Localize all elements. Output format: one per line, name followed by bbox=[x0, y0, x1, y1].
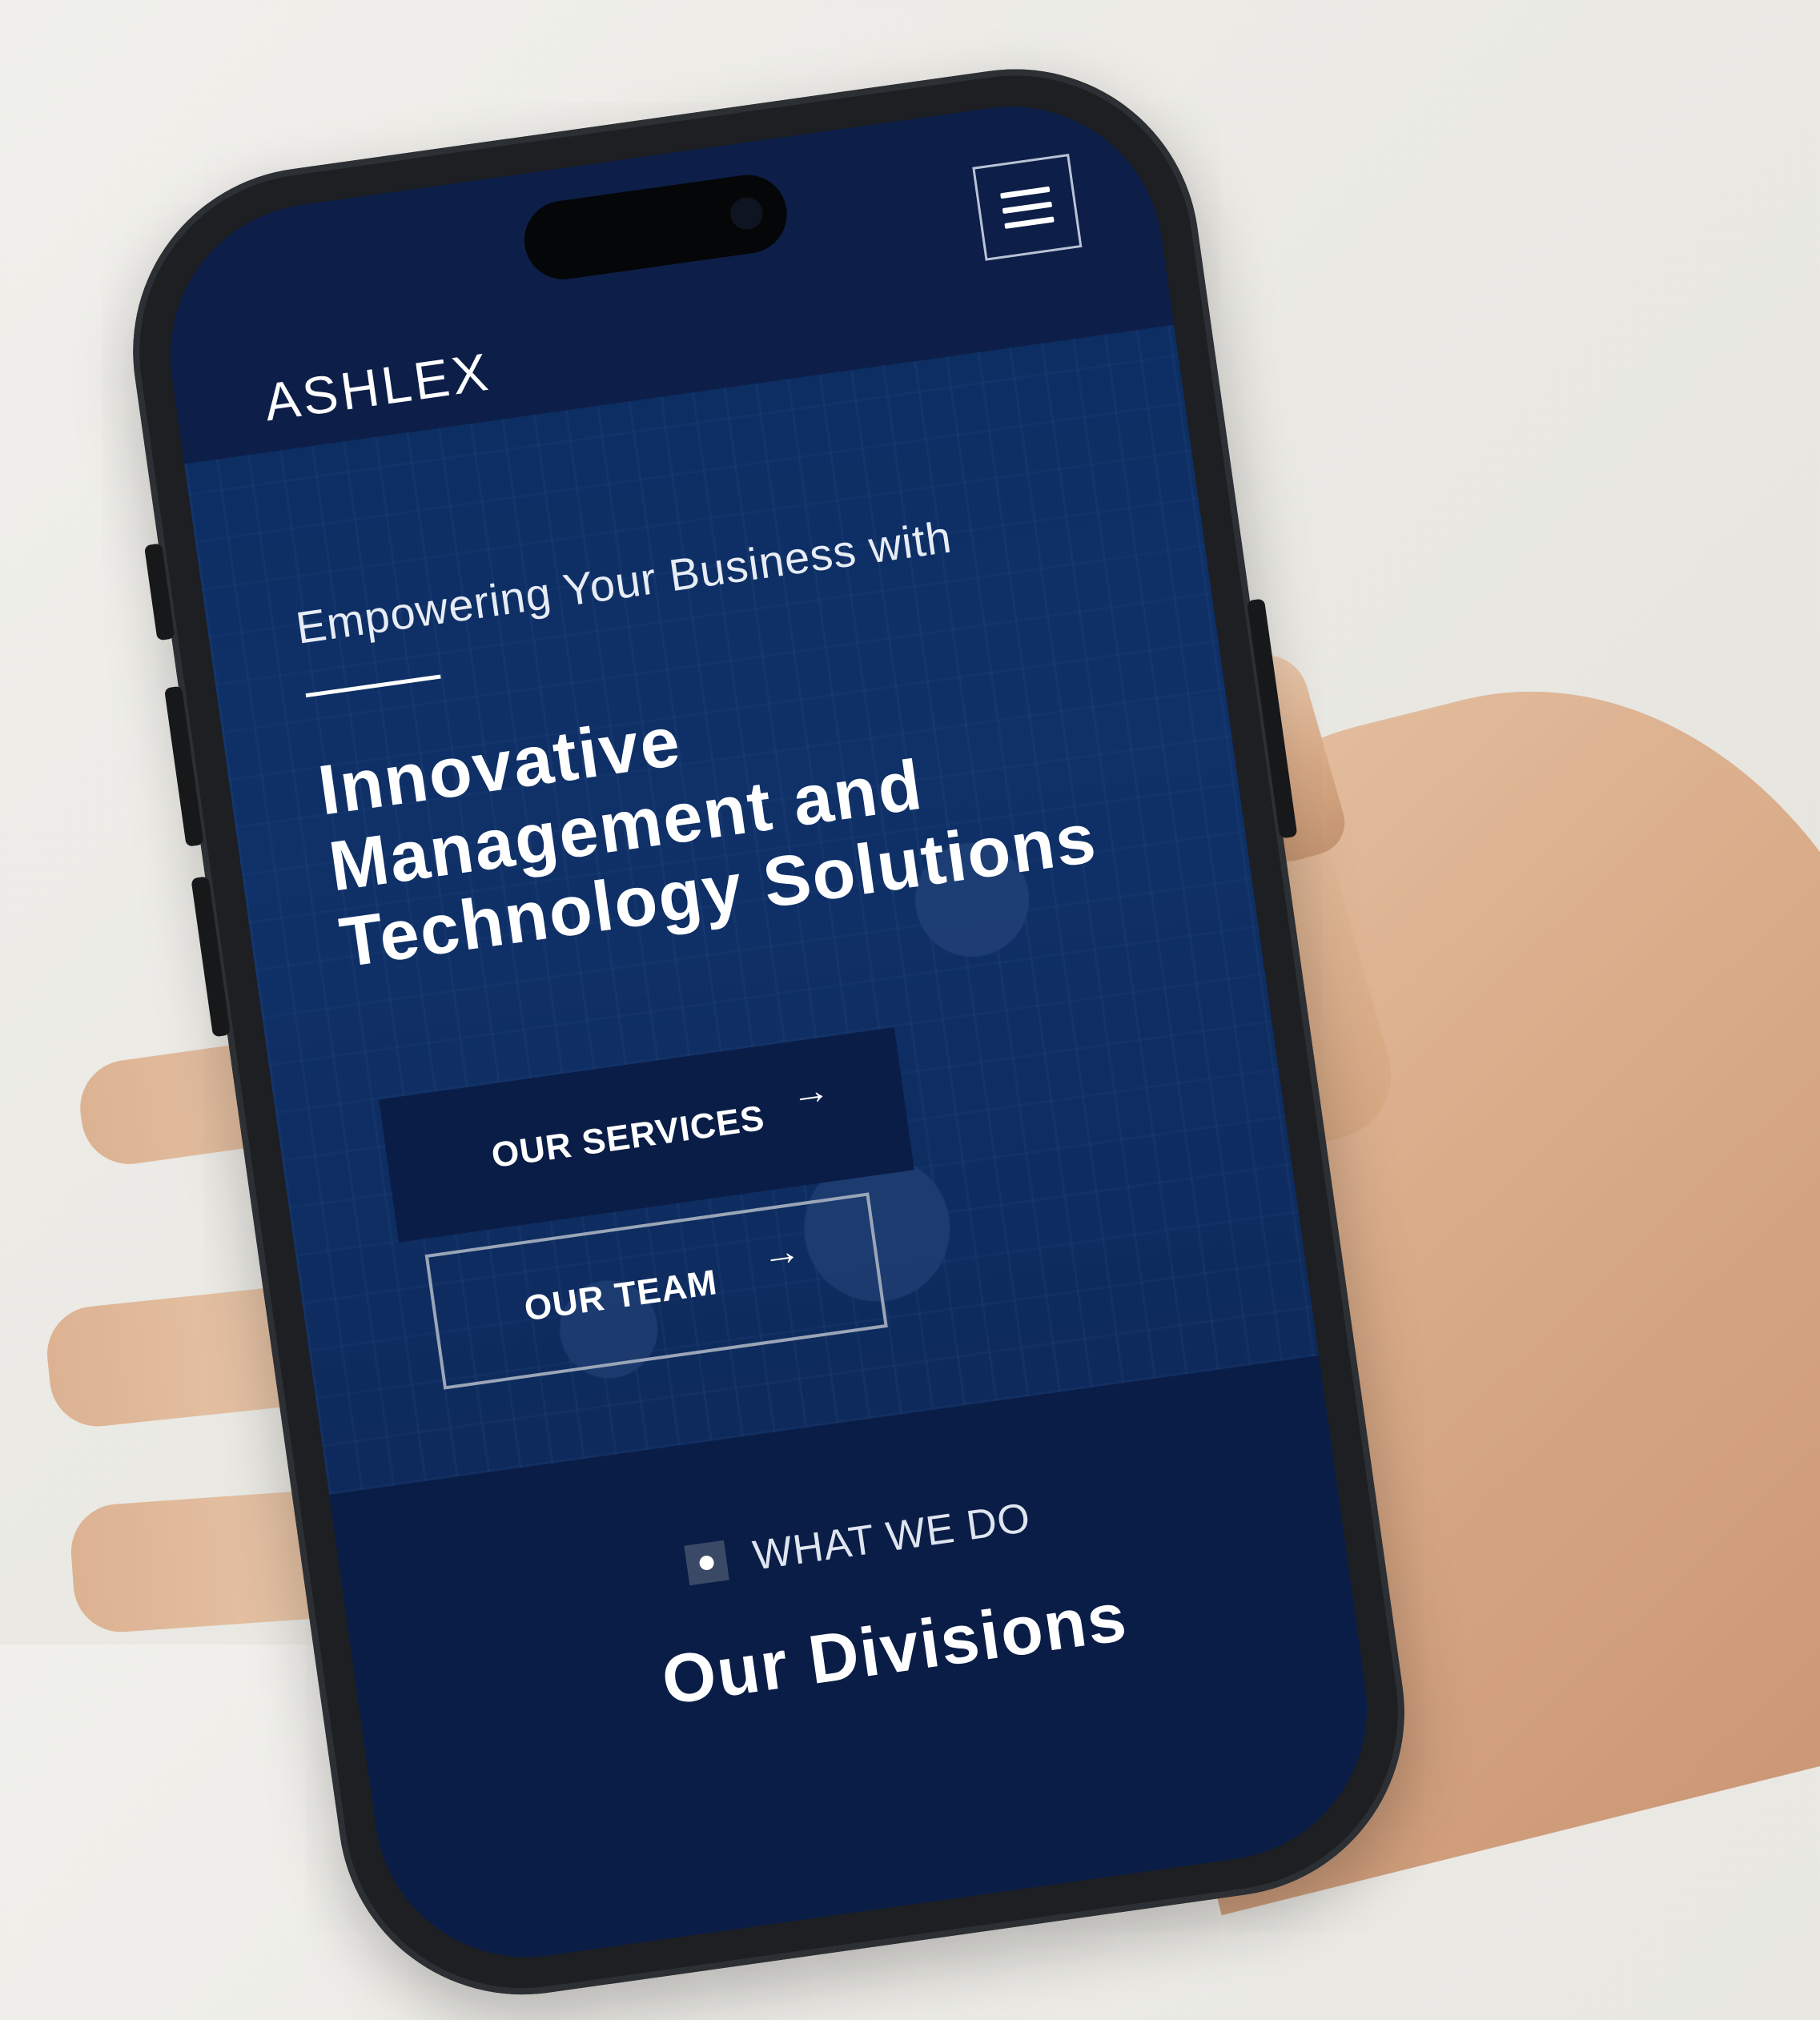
hero-section: Empowering Your Business with Innovative… bbox=[184, 324, 1320, 1495]
hamburger-menu-icon-line bbox=[1002, 201, 1053, 214]
section-eyebrow: WHAT WE DO bbox=[684, 1494, 1034, 1590]
phone-frame: ASHLEX Empowering Your Business with Inn… bbox=[109, 45, 1428, 2018]
phone-power-button bbox=[1246, 598, 1298, 839]
camera-lens bbox=[728, 195, 765, 232]
our-team-label: OUR TEAM bbox=[521, 1263, 720, 1329]
hamburger-menu-icon bbox=[1000, 186, 1051, 199]
phone-volume-down-button bbox=[191, 876, 231, 1038]
our-services-label: OUR SERVICES bbox=[488, 1098, 768, 1176]
site-logo[interactable]: ASHLEX bbox=[260, 341, 494, 433]
arrow-right-icon: → bbox=[788, 1068, 834, 1116]
phone-side-button bbox=[143, 543, 175, 641]
phone-volume-up-button bbox=[163, 685, 204, 847]
bullet-icon bbox=[684, 1540, 729, 1586]
hamburger-menu-icon-line bbox=[1004, 215, 1055, 229]
section-title: Our Divisions bbox=[657, 1578, 1132, 1720]
section-eyebrow-label: WHAT WE DO bbox=[749, 1494, 1034, 1580]
arrow-right-icon: → bbox=[759, 1229, 805, 1277]
hamburger-menu-button[interactable] bbox=[972, 153, 1083, 261]
phone-screen: ASHLEX Empowering Your Business with Inn… bbox=[151, 86, 1387, 1977]
